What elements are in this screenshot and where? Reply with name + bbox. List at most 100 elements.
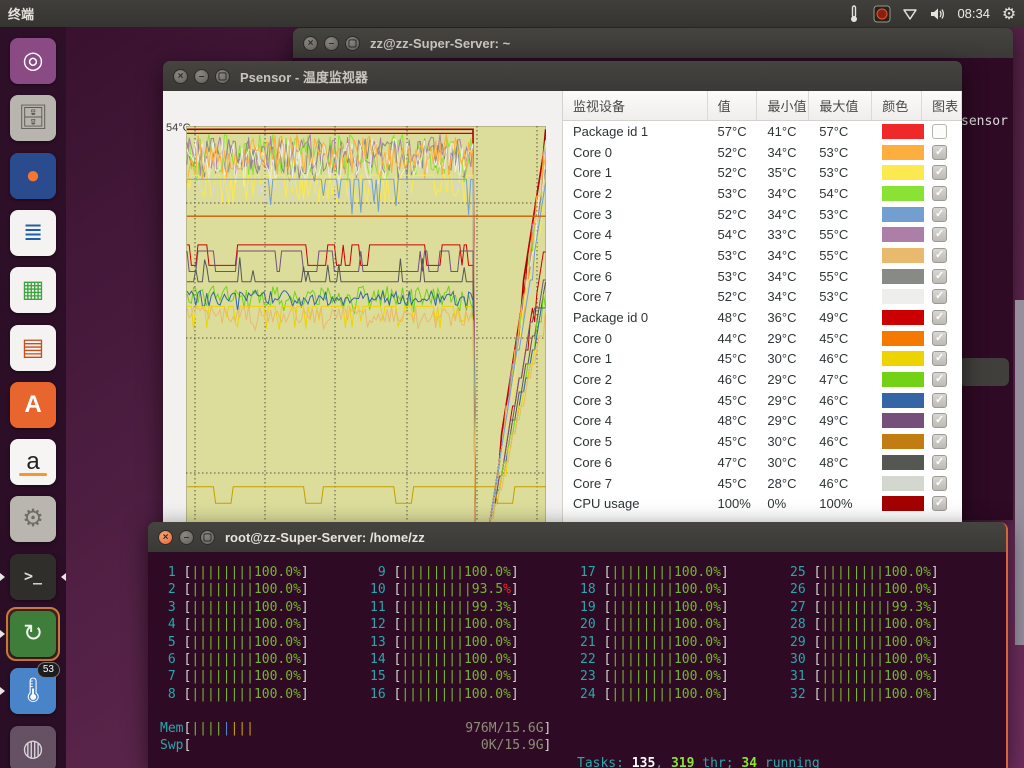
graph-checkbox[interactable]: ✓	[932, 413, 947, 428]
cpu-meter-13: 13 [||||||||100.0%]	[370, 634, 519, 651]
graph-checkbox[interactable]: ✓	[932, 310, 947, 325]
launcher-item-terminal[interactable]: >_	[10, 554, 56, 600]
sensor-row[interactable]: Core 152°C35°C53°C✓	[563, 162, 962, 183]
color-swatch[interactable]	[882, 413, 924, 428]
launcher-item-settings[interactable]: ⚙	[10, 496, 56, 542]
graph-checkbox[interactable]	[932, 124, 947, 139]
graph-checkbox[interactable]: ✓	[932, 269, 947, 284]
graph-checkbox[interactable]: ✓	[932, 393, 947, 408]
background-terminal-titlebar[interactable]: × – ▢ zz@zz-Super-Server: ~	[293, 28, 1013, 58]
color-swatch[interactable]	[882, 145, 924, 160]
launcher-item-amazon[interactable]: a	[10, 439, 56, 485]
minimize-icon[interactable]: –	[179, 530, 194, 545]
color-swatch[interactable]	[882, 186, 924, 201]
launcher-item-updater[interactable]: ↻	[10, 611, 56, 657]
sensor-row[interactable]: Core 044°C29°C45°C✓	[563, 328, 962, 349]
graph-checkbox[interactable]: ✓	[932, 289, 947, 304]
column-header[interactable]: 值	[708, 91, 758, 120]
color-swatch[interactable]	[882, 372, 924, 387]
column-header[interactable]: 最小值	[757, 91, 809, 120]
color-swatch[interactable]	[882, 476, 924, 491]
color-swatch[interactable]	[882, 496, 924, 511]
maximize-icon[interactable]: ▢	[200, 530, 215, 545]
sensor-row[interactable]: Core 752°C34°C53°C✓	[563, 287, 962, 308]
launcher-item-psensor[interactable]: 🌡53	[10, 668, 56, 714]
color-swatch[interactable]	[882, 455, 924, 470]
column-header[interactable]: 图表	[922, 91, 962, 120]
sensor-row[interactable]: Core 352°C34°C53°C✓	[563, 204, 962, 225]
clock[interactable]: 08:34	[957, 6, 990, 21]
cpu-meter-26: 26 [||||||||100.0%]	[790, 581, 939, 598]
sensor-row[interactable]: Core 454°C33°C55°C✓	[563, 224, 962, 245]
sensor-row[interactable]: Core 145°C30°C46°C✓	[563, 349, 962, 370]
psensor-window[interactable]: × – ▢ Psensor - 温度监视器 54°C 33°C 08:14 08…	[163, 61, 962, 530]
graph-checkbox[interactable]: ✓	[932, 248, 947, 263]
graph-checkbox[interactable]: ✓	[932, 351, 947, 366]
column-header[interactable]: 最大值	[809, 91, 872, 120]
sensor-row[interactable]: Core 653°C34°C55°C✓	[563, 266, 962, 287]
maximize-icon[interactable]: ▢	[215, 69, 230, 84]
maximize-icon[interactable]: ▢	[345, 36, 360, 51]
color-swatch[interactable]	[882, 434, 924, 449]
sensor-row[interactable]: Core 448°C29°C49°C✓	[563, 411, 962, 432]
minimize-icon[interactable]: –	[194, 69, 209, 84]
sensor-row[interactable]: CPU usage100%0%100%✓	[563, 493, 962, 514]
sensor-row[interactable]: Core 052°C34°C53°C✓	[563, 142, 962, 163]
color-swatch[interactable]	[882, 165, 924, 180]
color-swatch[interactable]	[882, 269, 924, 284]
color-swatch[interactable]	[882, 248, 924, 263]
graph-checkbox[interactable]: ✓	[932, 331, 947, 346]
graph-checkbox[interactable]: ✓	[932, 476, 947, 491]
graph-checkbox[interactable]: ✓	[932, 434, 947, 449]
color-swatch[interactable]	[882, 393, 924, 408]
graph-checkbox[interactable]: ✓	[932, 227, 947, 242]
psensor-titlebar[interactable]: × – ▢ Psensor - 温度监视器	[163, 61, 962, 91]
sensor-row[interactable]: Core 253°C34°C54°C✓	[563, 183, 962, 204]
sensor-table-header[interactable]: 监视设备值最小值最大值颜色图表	[563, 91, 962, 121]
graph-checkbox[interactable]: ✓	[932, 455, 947, 470]
launcher-item-writer[interactable]: ≣	[10, 210, 56, 256]
sensor-row[interactable]: Core 246°C29°C47°C✓	[563, 369, 962, 390]
volume-icon[interactable]	[929, 5, 947, 23]
launcher-item-trash[interactable]: ◍	[10, 726, 56, 768]
launcher-item-files[interactable]: 🗄	[10, 95, 56, 141]
launcher-item-dash[interactable]: ◎	[10, 38, 56, 84]
thermometer-icon[interactable]	[845, 5, 863, 23]
color-swatch[interactable]	[882, 227, 924, 242]
color-swatch[interactable]	[882, 351, 924, 366]
launcher-item-software[interactable]: A	[10, 382, 56, 428]
sensor-row[interactable]: Package id 157°C41°C57°C	[563, 121, 962, 142]
sensor-row[interactable]: Core 545°C30°C46°C✓	[563, 431, 962, 452]
network-icon[interactable]	[901, 5, 919, 23]
graph-checkbox[interactable]: ✓	[932, 496, 947, 511]
psensor-indicator-icon[interactable]	[873, 5, 891, 23]
sensor-row[interactable]: Package id 048°C36°C49°C✓	[563, 307, 962, 328]
graph-checkbox[interactable]: ✓	[932, 186, 947, 201]
sensor-row[interactable]: Core 745°C28°C46°C✓	[563, 473, 962, 494]
close-icon[interactable]: ×	[158, 530, 173, 545]
htop-titlebar[interactable]: × – ▢ root@zz-Super-Server: /home/zz	[148, 522, 1006, 552]
color-swatch[interactable]	[882, 124, 924, 139]
color-swatch[interactable]	[882, 310, 924, 325]
graph-checkbox[interactable]: ✓	[932, 207, 947, 222]
launcher-item-impress[interactable]: ▤	[10, 325, 56, 371]
close-icon[interactable]: ×	[173, 69, 188, 84]
minimize-icon[interactable]: –	[324, 36, 339, 51]
close-icon[interactable]: ×	[303, 36, 318, 51]
htop-terminal-window[interactable]: × – ▢ root@zz-Super-Server: /home/zz 1 […	[148, 522, 1008, 768]
sensor-row[interactable]: Core 553°C34°C55°C✓	[563, 245, 962, 266]
launcher-item-firefox[interactable]: ●	[10, 153, 56, 199]
color-swatch[interactable]	[882, 207, 924, 222]
graph-checkbox[interactable]: ✓	[932, 145, 947, 160]
graph-checkbox[interactable]: ✓	[932, 372, 947, 387]
session-gear-icon[interactable]: ⚙	[1000, 5, 1018, 23]
color-swatch[interactable]	[882, 331, 924, 346]
column-header[interactable]: 监视设备	[563, 91, 708, 120]
launcher-item-calc[interactable]: ▦	[10, 267, 56, 313]
htop-body[interactable]: 1 [||||||||100.0%] 2 [||||||||100.0%] 3 …	[148, 552, 1006, 768]
sensor-row[interactable]: Core 345°C29°C46°C✓	[563, 390, 962, 411]
graph-checkbox[interactable]: ✓	[932, 165, 947, 180]
color-swatch[interactable]	[882, 289, 924, 304]
sensor-row[interactable]: Core 647°C30°C48°C✓	[563, 452, 962, 473]
column-header[interactable]: 颜色	[872, 91, 922, 120]
